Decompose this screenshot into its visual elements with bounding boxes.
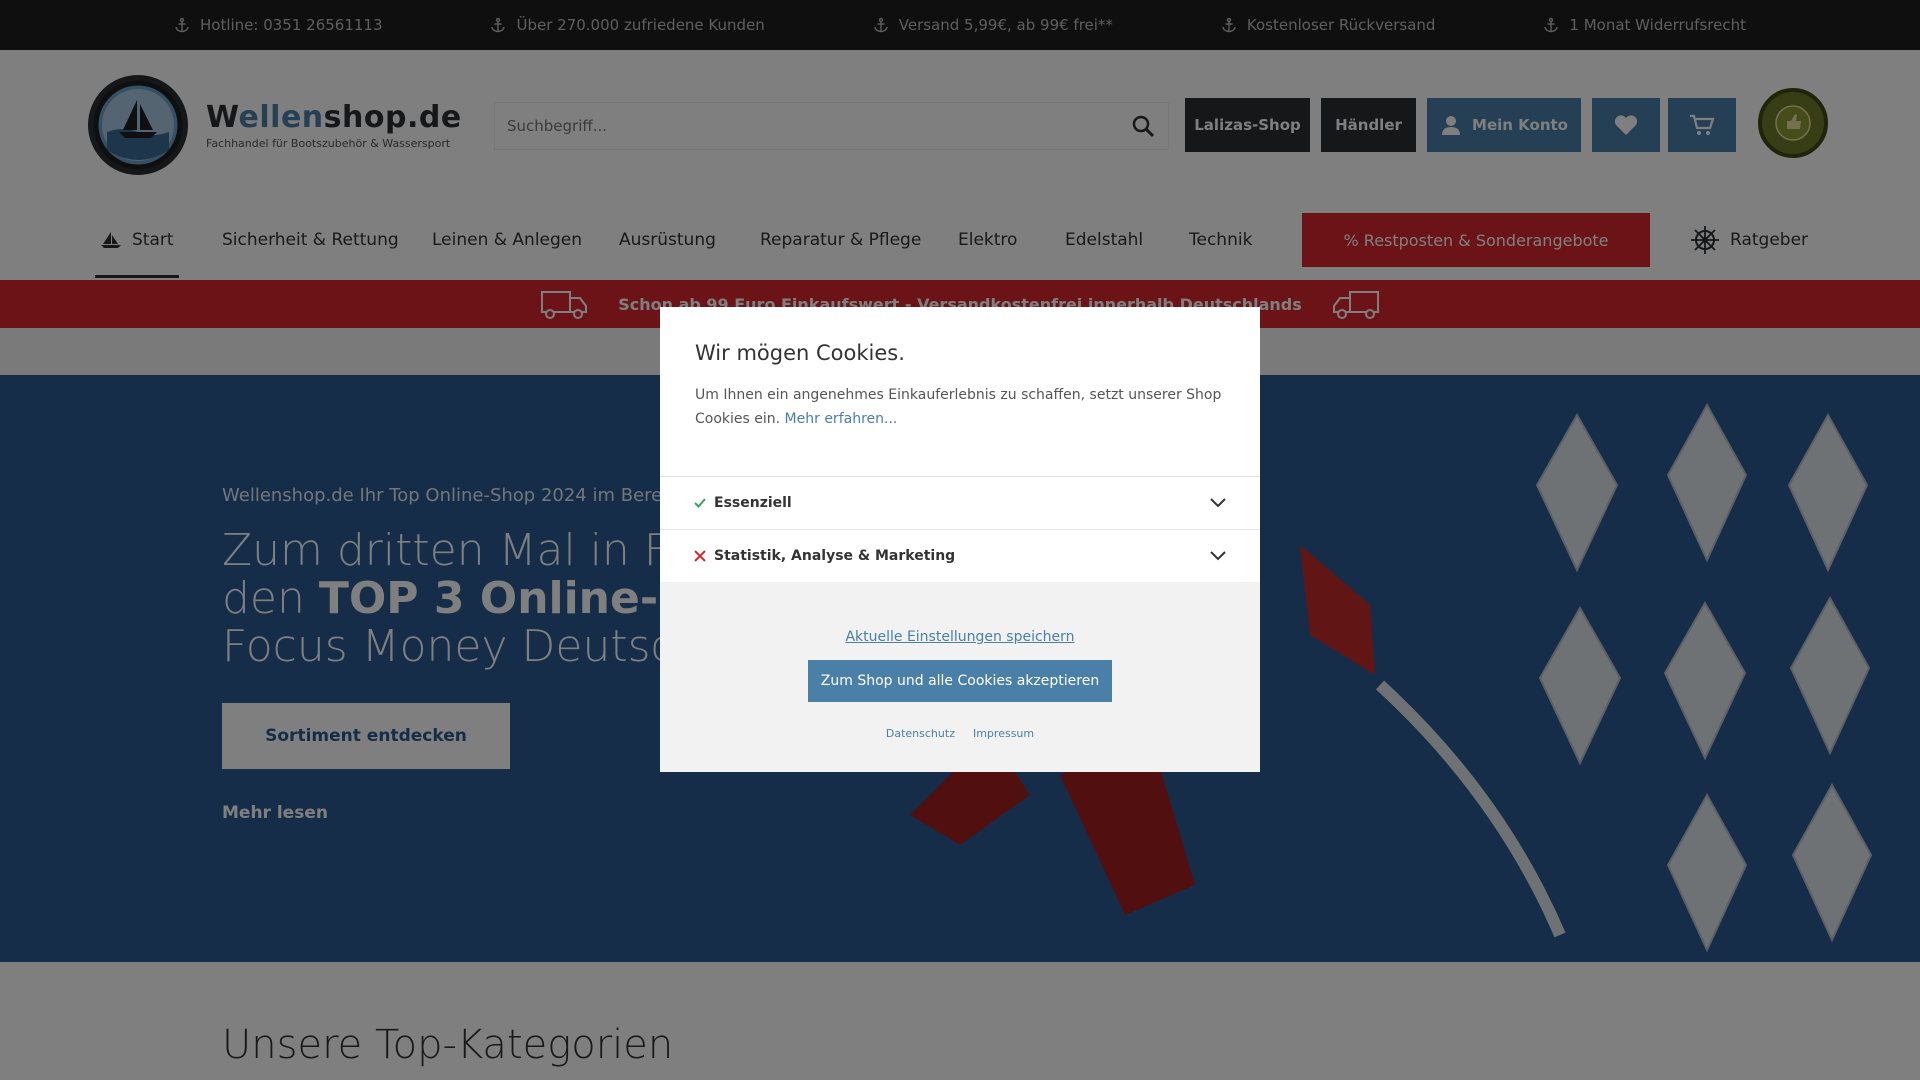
- imprint-link[interactable]: Impressum: [973, 727, 1034, 740]
- chevron-down-icon: [1210, 551, 1226, 561]
- accept-all-cookies-label: Zum Shop und alle Cookies akzeptieren: [820, 673, 1100, 689]
- cookie-group-essential[interactable]: Essenziell: [660, 476, 1260, 529]
- cookie-dialog-title: Wir mögen Cookies.: [695, 341, 905, 365]
- chevron-down-icon: [1210, 498, 1226, 508]
- cookie-group-label: Statistik, Analyse & Marketing: [714, 548, 956, 564]
- cookie-consent-dialog: Wir mögen Cookies. Um Ihnen ein angenehm…: [660, 307, 1260, 772]
- privacy-link[interactable]: Datenschutz: [886, 727, 955, 740]
- close-icon: [694, 550, 706, 562]
- cookie-group-marketing[interactable]: Statistik, Analyse & Marketing: [660, 529, 1260, 582]
- cookie-group-label: Essenziell: [714, 495, 792, 511]
- cookie-footer-links: Datenschutz Impressum: [660, 727, 1260, 740]
- save-settings-link[interactable]: Aktuelle Einstellungen speichern: [660, 629, 1260, 645]
- accept-all-cookies-button[interactable]: Zum Shop und alle Cookies akzeptieren: [808, 660, 1112, 702]
- checkmark-icon: [694, 498, 706, 508]
- cookie-dialog-text: Um Ihnen ein angenehmes Einkauferlebnis …: [695, 387, 1222, 427]
- learn-more-link[interactable]: Mehr erfahren...: [785, 411, 898, 427]
